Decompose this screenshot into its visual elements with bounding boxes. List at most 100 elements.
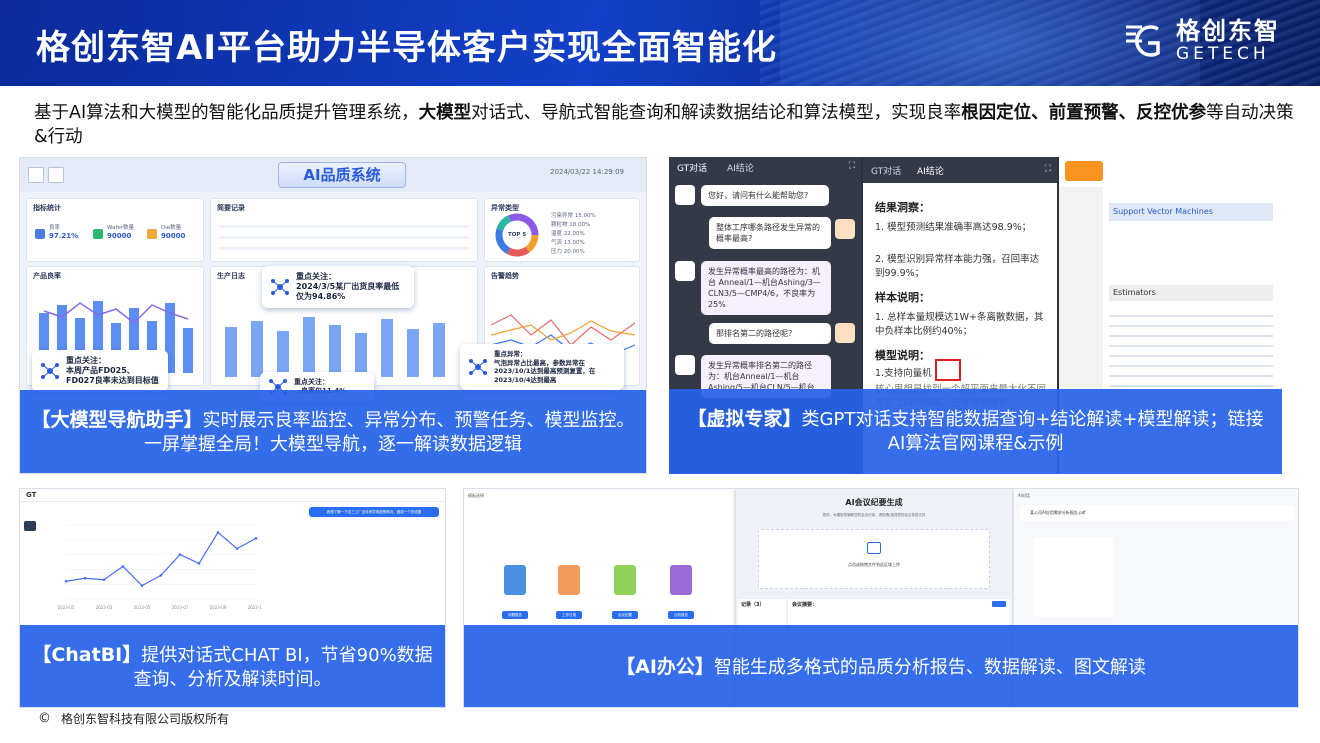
toolbar-icon[interactable] <box>70 167 86 183</box>
ai-answer-card <box>1034 537 1114 617</box>
company-logo: 格创东智 GETECH <box>1122 18 1280 64</box>
insight-bubble: 重点异常： 气泡异常占比最高，参数异常在2023/10/1达到最高预测复置，在2… <box>460 344 624 390</box>
stat-label: Wafer数量 <box>107 225 135 231</box>
chat-message-user: 整体工序哪条路径发生异常的概率最高? <box>709 217 831 249</box>
expand-icon[interactable]: ⛶ <box>849 161 855 171</box>
export-button[interactable] <box>992 601 1006 607</box>
caption-bold: 【虚拟专家】 <box>687 408 802 430</box>
minutes-label: 会议摘要： <box>792 602 818 608</box>
card-title: 产品良率 <box>33 272 61 280</box>
record-list <box>219 217 469 257</box>
card-title: 简要记录 <box>217 204 245 212</box>
bubble-text: 本周产品FD025、FD027良率未达到目标值 <box>66 366 159 385</box>
x-tick-label: 2023-07 <box>172 605 189 610</box>
dashboard-date: 2024/03/22 14:29:09 <box>549 168 624 176</box>
legend-value: 22.00% <box>563 231 585 237</box>
insight-bubble: 重点关注： 本周产品FD025、FD027良率未达到目标值 <box>32 350 168 392</box>
stat-label: Die数量 <box>161 225 182 231</box>
uploaded-file-chip[interactable]: 某公司AI应用需求分析报告.pdf <box>1020 505 1294 521</box>
bubble-title: 重点关注： <box>294 378 329 386</box>
site-estimator-list <box>1109 307 1273 393</box>
site-page-title[interactable]: Support Vector Machines <box>1109 203 1273 221</box>
panel-ai-office: 模板选择 问题报告 工作日报 会议纪要 分析报告 AI会议纪要生成 您好，大模型… <box>463 488 1299 708</box>
report-template-button[interactable]: 问题报告 <box>502 611 528 619</box>
card-title: 告警趋势 <box>491 272 519 280</box>
header-divider <box>20 501 445 502</box>
report-file-icon[interactable] <box>504 565 526 595</box>
panel-chatbi: GT 我想了解一下这三工厂近年来异常趋势情况，做成一个折线图 2023-01 20… <box>19 488 446 708</box>
tab-gt-chat[interactable]: GT对话 <box>871 164 901 177</box>
minutes-file-icon[interactable] <box>614 565 636 595</box>
conclusion-tabs: GT对话 AI结论 ⛶ <box>863 157 1057 183</box>
highlight-box <box>935 359 961 381</box>
upload-dropzone[interactable]: 点击或拖拽文件到此区域上传 <box>758 529 990 589</box>
upload-icon <box>867 542 881 554</box>
daily-file-icon[interactable] <box>558 565 580 595</box>
bubble-title: 重点异常： <box>494 350 527 358</box>
intro-bold-1: 大模型 <box>418 103 472 123</box>
data-point <box>121 565 125 568</box>
caption-virtual-expert: 【虚拟专家】类GPT对话支持智能数据查询+结论解读+模型解读；链接AI算法官网课… <box>669 389 1282 474</box>
yield-icon <box>35 229 45 239</box>
page-title: 格创东智AI平台助力半导体客户实现全面智能化 <box>36 28 777 68</box>
donut-legend: 污染异常 15.00% 颗粒物 18.00% 温度 22.00% 气流 13.0… <box>551 211 596 256</box>
panel-navigator-assistant: AI品质系统 2024/03/22 14:29:09 指标统计 良率 97.21… <box>19 157 647 474</box>
intro-text-2: 对话式、导航式智能查询和解读数据结论和算法模型，实现良率 <box>471 103 962 123</box>
legend-name: 压力 <box>551 249 563 255</box>
caption-text: 提供对话式CHAT BI，节省90%数据查询、分析及解读时间。 <box>133 644 433 690</box>
result-title: 结果洞察： <box>875 201 930 214</box>
ai-network-icon <box>271 279 289 295</box>
meeting-title: AI会议纪要生成 <box>845 498 903 507</box>
analysis-file-icon[interactable] <box>670 565 692 595</box>
window-button[interactable] <box>28 167 44 183</box>
chatbi-line-chart: 2023-01 2023-03 2023-05 2023-07 2023-09 2023-… <box>58 524 262 610</box>
stat-value: 90000 <box>161 232 186 240</box>
copyright-icon: © <box>38 711 51 726</box>
result-line: 1. 模型预测结果准确率高达98.9%； <box>875 222 1032 233</box>
logo-english-name: GETECH <box>1176 44 1270 64</box>
user-prompt-bubble: 我想了解一下这三工厂近年来异常趋势情况，做成一个折线图 <box>309 507 439 517</box>
die-icon <box>147 229 157 239</box>
x-tick-label: 2023-01 <box>58 605 75 610</box>
bubble-title: 重点关注： <box>66 356 106 365</box>
tab-ai-conclusion[interactable]: AI结论 <box>727 161 754 174</box>
caption-bold: 【大模型导航助手】 <box>31 409 203 431</box>
ai-chat-title: AI对话 <box>1018 493 1030 498</box>
card-title: 生产日志 <box>217 272 245 280</box>
insight-bubble: 重点关注： 2024/3/5某厂出货良率最低仅为94.86% <box>262 266 414 308</box>
app-title: AI品质系统 <box>278 162 406 188</box>
wafer-icon <box>93 229 103 239</box>
tab-gt-chat[interactable]: GT对话 <box>677 161 707 174</box>
site-section-title: Estimators <box>1109 285 1273 301</box>
data-point <box>197 562 201 565</box>
user-avatar <box>835 323 855 343</box>
stats-card: 指标统计 良率 97.21% Wafer数量 90000 Die数量 90000 <box>26 198 204 262</box>
expand-icon[interactable]: ⛶ <box>1045 164 1051 174</box>
caption-ai-office: 【AI办公】智能生成多格式的品质分析报告、数据解读、图文解读 <box>464 625 1298 707</box>
window-button[interactable] <box>48 167 64 183</box>
legend-value: 15.00% <box>574 213 596 219</box>
records-label: 记录（3） <box>741 602 765 608</box>
intro-text-1: 基于AI算法和大模型的智能化品质提升管理系统， <box>34 103 419 123</box>
bubble-title: 重点关注： <box>296 272 336 281</box>
x-tick-label: 2023-11 <box>248 605 262 610</box>
caption-bold: 【AI办公】 <box>616 655 714 678</box>
data-point <box>178 553 182 556</box>
model-line: 1.支持向量机 <box>875 368 932 379</box>
minutes-template-button[interactable]: 会议纪要 <box>612 611 638 619</box>
caption-text: 实时展示良率监控、异常分布、预警任务、模型监控。一屏掌握全局！大模型导航，逐一解… <box>144 410 635 455</box>
caption-text: 智能生成多格式的品质分析报告、数据解读、图文解读 <box>713 656 1146 678</box>
analysis-template-button[interactable]: 分析报告 <box>668 611 694 619</box>
stat-value: 97.21% <box>49 232 79 240</box>
data-point <box>254 537 258 540</box>
result-line: 2. 模型识别异常样本能力强，召回率达到99.9%； <box>875 254 1040 279</box>
card-title: 指标统计 <box>33 204 61 212</box>
bot-avatar <box>24 521 36 531</box>
daily-template-button[interactable]: 工作日报 <box>556 611 582 619</box>
intro-bold-2: 根因定位、前置预警、反控优参 <box>961 103 1207 123</box>
tab-ai-conclusion[interactable]: AI结论 <box>917 164 944 177</box>
intro-paragraph: 基于AI算法和大模型的智能化品质提升管理系统，大模型对话式、导航式智能查询和解读… <box>34 101 1294 149</box>
footer: © 格创东智科技有限公司版权所有 <box>38 710 229 727</box>
legend-name: 气流 <box>551 240 563 246</box>
data-point <box>216 531 220 534</box>
